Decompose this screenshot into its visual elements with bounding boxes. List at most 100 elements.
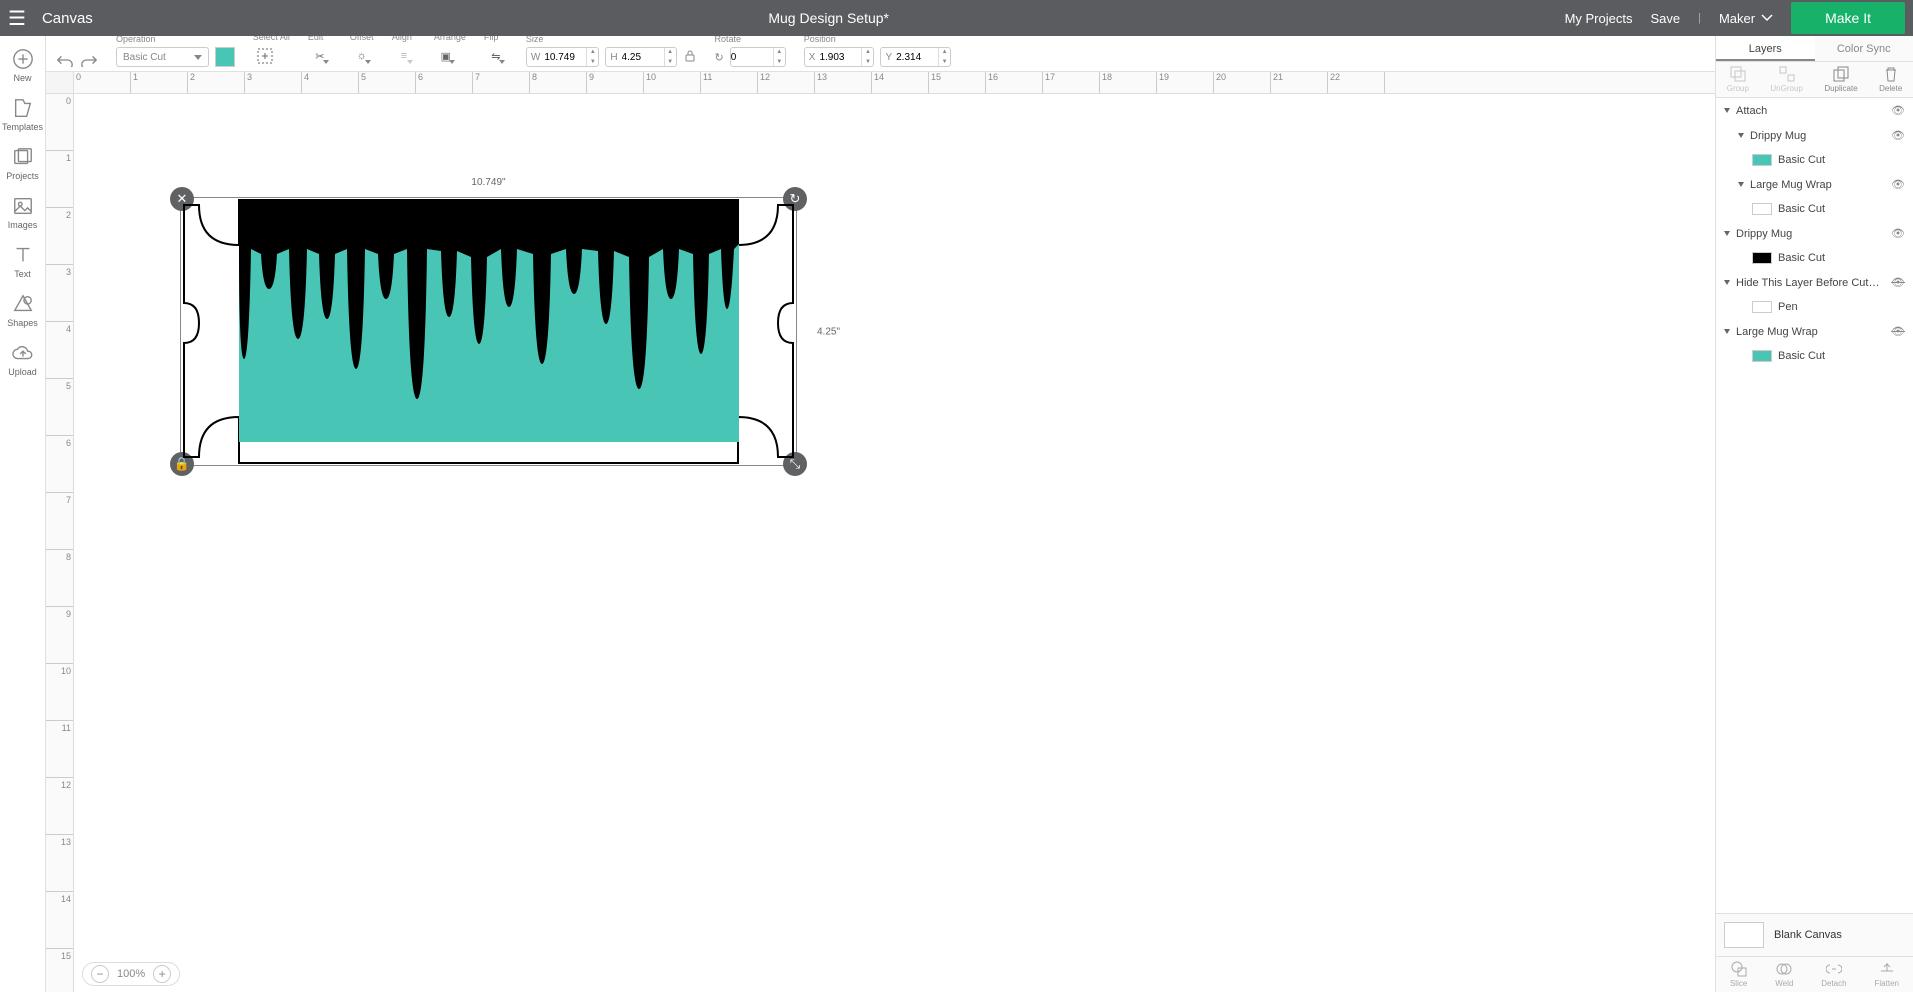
arrange-label: Arrange (434, 36, 466, 42)
edit-button[interactable]: ✂ (308, 45, 332, 67)
delete-button[interactable]: Delete (1879, 66, 1902, 93)
layer-row[interactable]: Basic Cut (1716, 197, 1913, 221)
ruler-tick: 14 (872, 72, 929, 93)
align-button[interactable]: ≡ (392, 45, 416, 67)
rotate-input[interactable]: ▲▼ (730, 47, 786, 67)
layer-name: Hide This Layer Before Cut… (1736, 277, 1879, 289)
chevron-down-icon (449, 60, 455, 64)
tab-layers[interactable]: Layers (1716, 36, 1815, 61)
new-label: New (13, 73, 31, 83)
upload-label: Upload (8, 367, 37, 377)
visibility-icon[interactable]: 👁 (1891, 325, 1905, 338)
visibility-icon[interactable]: 👁 (1891, 129, 1905, 142)
layer-name: Drippy Mug (1736, 228, 1792, 240)
ruler-tick: 11 (701, 72, 758, 93)
ruler-tick: 16 (986, 72, 1043, 93)
duplicate-button[interactable]: Duplicate (1824, 66, 1857, 93)
main: New Templates Projects Images Text Shape… (0, 36, 1913, 992)
zoom-in-button[interactable]: + (153, 965, 171, 983)
make-it-button[interactable]: Make It (1791, 2, 1905, 34)
layer-row[interactable]: Pen (1716, 295, 1913, 319)
layer-row[interactable]: Large Mug Wrap👁 (1716, 319, 1913, 344)
select-all-button[interactable] (253, 45, 277, 67)
ruler-tick: 2 (46, 208, 73, 265)
ruler-tick: 4 (302, 72, 359, 93)
y-input[interactable]: Y▲▼ (880, 47, 951, 67)
redo-icon[interactable] (80, 53, 98, 67)
chevron-down-icon (1724, 108, 1730, 113)
rotate-icon[interactable]: ↻ (715, 51, 724, 64)
layer-row[interactable]: Attach👁 (1716, 98, 1913, 123)
machine-select[interactable]: Maker (1719, 11, 1773, 26)
arrange-button[interactable]: ▣ (434, 45, 458, 67)
undo-icon[interactable] (56, 53, 74, 67)
layer-name: Basic Cut (1778, 350, 1825, 362)
visibility-icon[interactable]: 👁 (1891, 227, 1905, 240)
project-title[interactable]: Mug Design Setup* (768, 10, 889, 26)
ruler-tick: 10 (46, 664, 73, 721)
offset-label: Offset (350, 36, 374, 42)
new-button[interactable]: New (0, 44, 45, 87)
text-button[interactable]: Text (0, 240, 45, 283)
layer-row[interactable]: Basic Cut (1716, 148, 1913, 172)
lock-aspect-icon[interactable] (683, 49, 697, 66)
layer-row[interactable]: Basic Cut (1716, 246, 1913, 270)
selected-group[interactable]: 10.749" 4.25" ✕ ↻ 🔒 ⤡ (182, 199, 795, 464)
zoom-control[interactable]: − 100% + (82, 962, 180, 986)
templates-label: Templates (2, 122, 43, 132)
edit-label: Edit (308, 36, 332, 42)
templates-button[interactable]: Templates (0, 93, 45, 136)
align-label: Align (392, 36, 416, 42)
detach-button[interactable]: Detach (1821, 961, 1846, 988)
slice-button[interactable]: Slice (1730, 961, 1747, 988)
visibility-icon[interactable]: 👁 (1891, 104, 1905, 117)
group-button[interactable]: Group (1727, 66, 1749, 93)
layer-name: Basic Cut (1778, 154, 1825, 166)
shapes-button[interactable]: Shapes (0, 289, 45, 332)
layer-row[interactable]: Drippy Mug 👁 (1716, 221, 1913, 246)
ungroup-button[interactable]: UnGroup (1770, 66, 1802, 93)
app-title: Canvas (42, 10, 93, 27)
my-projects-link[interactable]: My Projects (1565, 11, 1633, 26)
offset-button[interactable]: ☼ (350, 45, 374, 67)
images-button[interactable]: Images (0, 191, 45, 234)
divider: | (1698, 12, 1701, 24)
blank-canvas-row[interactable]: Blank Canvas (1716, 914, 1913, 956)
layer-row[interactable]: Drippy Mug👁 (1716, 123, 1913, 148)
width-input[interactable]: W▲▼ (526, 47, 599, 67)
layer-row[interactable]: Large Mug Wrap👁 (1716, 172, 1913, 197)
ruler-tick: 6 (416, 72, 473, 93)
ruler-tick: 13 (815, 72, 872, 93)
canvas-area[interactable]: 10.749" 4.25" ✕ ↻ 🔒 ⤡ (74, 94, 1715, 992)
layer-thumb (1752, 252, 1772, 264)
tab-color-sync[interactable]: Color Sync (1815, 36, 1913, 61)
layer-row[interactable]: Basic Cut (1716, 344, 1913, 368)
ruler-tick: 21 (1271, 72, 1328, 93)
x-input[interactable]: X▲▼ (804, 47, 875, 67)
rotate-label: Rotate (715, 36, 786, 44)
operation-select[interactable]: Basic Cut (116, 47, 209, 67)
canvas-wrap: 012345678910111213141516171819202122 012… (46, 72, 1715, 992)
ruler-tick: 12 (758, 72, 815, 93)
height-input[interactable]: H▲▼ (605, 47, 676, 67)
visibility-icon[interactable]: 👁 (1891, 178, 1905, 191)
zoom-out-button[interactable]: − (91, 965, 109, 983)
layer-row[interactable]: Hide This Layer Before Cut… 👁 (1716, 270, 1913, 295)
upload-button[interactable]: Upload (0, 338, 45, 381)
selection-height-label: 4.25" (817, 326, 840, 337)
save-button[interactable]: Save (1650, 11, 1680, 26)
ruler-tick: 5 (359, 72, 416, 93)
flip-button[interactable]: ⇋ (484, 45, 508, 67)
weld-button[interactable]: Weld (1775, 961, 1793, 988)
chevron-down-icon (407, 60, 413, 64)
layer-actions-bottom: Slice Weld Detach Flatten (1716, 956, 1913, 992)
color-swatch[interactable] (215, 47, 235, 67)
visibility-icon[interactable]: 👁 (1891, 276, 1905, 289)
projects-button[interactable]: Projects (0, 142, 45, 185)
ruler-tick: 9 (587, 72, 644, 93)
flatten-button[interactable]: Flatten (1875, 961, 1899, 988)
zoom-value: 100% (117, 968, 145, 980)
menu-icon[interactable]: ☰ (8, 6, 26, 31)
top-bar: ☰ Canvas Mug Design Setup* My Projects S… (0, 0, 1913, 36)
size-label: Size (526, 36, 697, 44)
